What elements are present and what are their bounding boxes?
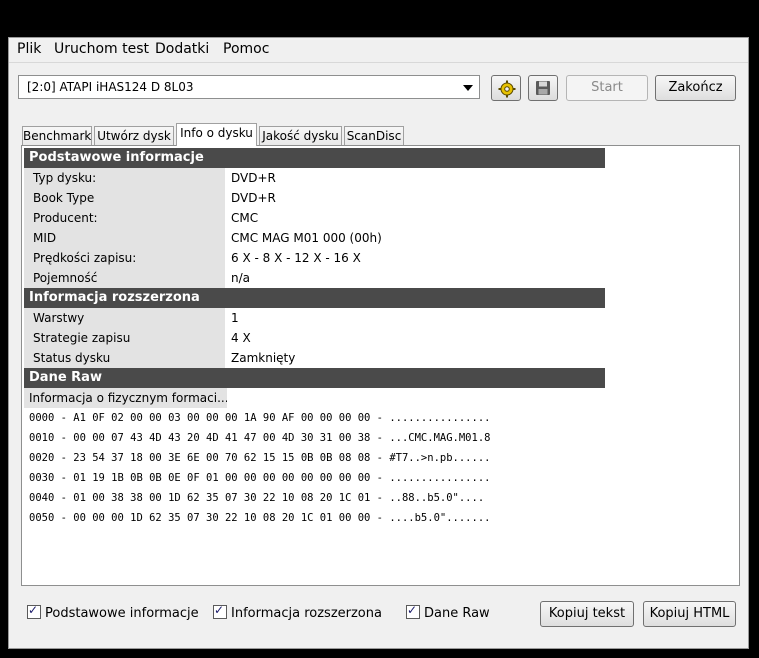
checkbox-checked-icon	[27, 603, 41, 619]
info-value: 4 X	[231, 331, 251, 345]
info-row: Strategie zapisu 4 X	[24, 328, 605, 348]
info-key: Book Type	[24, 188, 225, 208]
settings-button[interactable]	[491, 75, 521, 101]
drive-select[interactable]: [2:0] ATAPI iHAS124 D 8L03	[18, 75, 480, 99]
info-row: Book Type DVD+R	[24, 188, 605, 208]
hex-line: 0050 - 00 00 00 1D 62 35 07 30 22 10 08 …	[29, 512, 491, 524]
info-key: Warstwy	[24, 308, 225, 328]
info-row: Status dysku Zamknięty	[24, 348, 605, 368]
section-header-raw: Dane Raw	[24, 368, 605, 388]
hex-line: 0020 - 23 54 37 18 00 3E 6E 00 70 62 15 …	[29, 452, 491, 464]
bottom-bar: Podstawowe informacje Informacja rozszer…	[9, 590, 748, 646]
menu-uruchom-test[interactable]: Uruchom test	[54, 41, 149, 57]
chevron-down-icon	[463, 85, 473, 91]
menu-bar: Plik Uruchom test Dodatki Pomoc	[9, 38, 748, 60]
info-key: Prędkości zapisu:	[24, 248, 225, 268]
checkbox-label: Podstawowe informacje	[45, 606, 199, 621]
section-header-extended: Informacja rozszerzona	[24, 288, 605, 308]
info-key: Producent:	[24, 208, 225, 228]
hex-line: 0010 - 00 00 07 43 4D 43 20 4D 41 47 00 …	[29, 432, 491, 444]
info-row: Pojemność n/a	[24, 268, 605, 288]
menu-dodatki[interactable]: Dodatki	[155, 41, 209, 57]
checkbox-raw-data[interactable]: Dane Raw	[406, 603, 490, 621]
checkbox-label: Dane Raw	[424, 606, 490, 621]
hex-line: 0030 - 01 19 1B 0B 0B 0E 0F 01 00 00 00 …	[29, 472, 491, 484]
hex-line: 0000 - A1 0F 02 00 00 03 00 00 00 1A 90 …	[29, 412, 491, 424]
info-value: 1	[231, 311, 239, 325]
info-value: Zamknięty	[231, 351, 296, 365]
raw-data-label: Informacja o fizycznym formaci...	[24, 388, 227, 408]
save-button[interactable]	[528, 75, 558, 101]
info-panel: Podstawowe informacje Typ dysku: DVD+R Bo…	[21, 145, 740, 586]
checkbox-label: Informacja rozszerzona	[231, 606, 382, 621]
checkbox-basic-info[interactable]: Podstawowe informacje	[27, 603, 199, 621]
menu-plik[interactable]: Plik	[17, 41, 41, 57]
checkbox-checked-icon	[213, 603, 227, 619]
menu-pomoc[interactable]: Pomoc	[223, 41, 269, 57]
info-value: 6 X - 8 X - 12 X - 16 X	[231, 251, 361, 265]
info-row: Typ dysku: DVD+R	[24, 168, 605, 188]
info-row: Producent: CMC	[24, 208, 605, 228]
info-content: Podstawowe informacje Typ dysku: DVD+R Bo…	[24, 148, 605, 528]
info-value: CMC	[231, 211, 259, 225]
info-key: Typ dysku:	[24, 168, 225, 188]
info-row: Prędkości zapisu: 6 X - 8 X - 12 X - 16 X	[24, 248, 605, 268]
tab-scandisc[interactable]: ScanDisc	[344, 126, 404, 146]
start-button[interactable]: Start	[566, 75, 648, 101]
info-row: MID CMC MAG M01 000 (00h)	[24, 228, 605, 248]
copy-text-button[interactable]: Kopiuj tekst	[540, 601, 634, 627]
copy-html-button[interactable]: Kopiuj HTML	[643, 601, 736, 627]
info-row: Warstwy 1	[24, 308, 605, 328]
exit-button[interactable]: Zakończ	[655, 75, 736, 101]
checkbox-checked-icon	[406, 603, 420, 619]
app-window: Plik Uruchom test Dodatki Pomoc [2:0] AT…	[8, 37, 749, 649]
tab-benchmark[interactable]: Benchmark	[22, 126, 92, 146]
info-key: Strategie zapisu	[24, 328, 225, 348]
info-value: CMC MAG M01 000 (00h)	[231, 231, 382, 245]
info-key: MID	[24, 228, 225, 248]
info-key: Status dysku	[24, 348, 225, 368]
checkbox-extended-info[interactable]: Informacja rozszerzona	[213, 603, 382, 621]
hex-line: 0040 - 01 00 38 38 00 1D 62 35 07 30 22 …	[29, 492, 485, 504]
drive-select-value: [2:0] ATAPI iHAS124 D 8L03	[27, 80, 194, 94]
tab-disc-info[interactable]: Info o dysku	[176, 123, 257, 146]
tab-create-disc[interactable]: Utwórz dysk	[94, 126, 174, 146]
info-value: n/a	[231, 271, 251, 285]
tab-disc-quality[interactable]: Jakość dysku	[259, 126, 342, 146]
floppy-icon	[536, 81, 550, 95]
info-key: Pojemność	[24, 268, 225, 288]
section-header-basic: Podstawowe informacje	[24, 148, 605, 168]
info-value: DVD+R	[231, 191, 276, 205]
gear-icon	[498, 80, 516, 98]
info-value: DVD+R	[231, 171, 276, 185]
